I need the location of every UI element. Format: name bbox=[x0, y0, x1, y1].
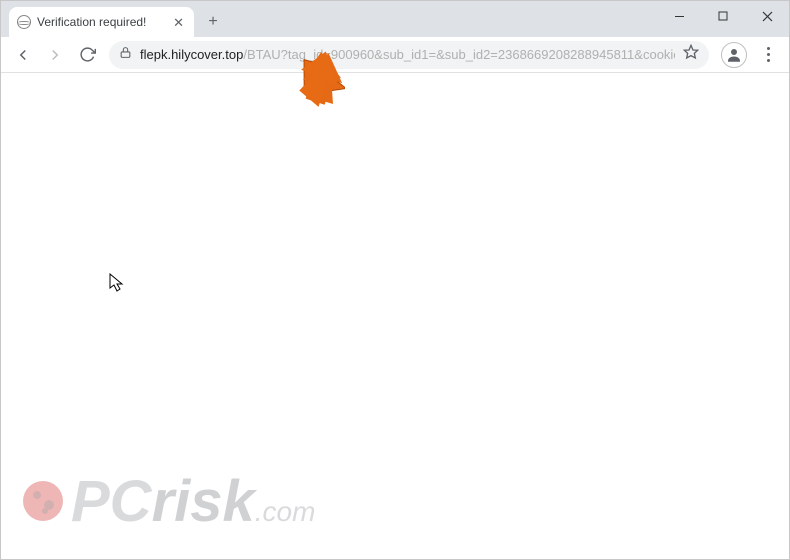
close-window-button[interactable] bbox=[745, 1, 789, 31]
new-tab-button[interactable]: + bbox=[200, 9, 226, 35]
tab-title: Verification required! bbox=[37, 15, 146, 29]
reload-button[interactable] bbox=[73, 41, 101, 69]
lock-icon bbox=[119, 46, 132, 64]
bookmark-star-icon[interactable] bbox=[683, 44, 699, 65]
url-path: /BTAU?tag_id=900960&sub_id1=&sub_id2=236… bbox=[243, 47, 675, 62]
page-content bbox=[1, 73, 789, 559]
close-tab-icon[interactable]: ✕ bbox=[171, 14, 186, 31]
window-controls bbox=[657, 1, 789, 31]
url-text: flepk.hilycover.top/BTAU?tag_id=900960&s… bbox=[140, 47, 675, 62]
minimize-button[interactable] bbox=[657, 1, 701, 31]
profile-avatar[interactable] bbox=[721, 42, 747, 68]
window-titlebar: Verification required! ✕ + bbox=[1, 1, 789, 37]
browser-toolbar: flepk.hilycover.top/BTAU?tag_id=900960&s… bbox=[1, 37, 789, 73]
url-host: flepk.hilycover.top bbox=[140, 47, 243, 62]
browser-tab[interactable]: Verification required! ✕ bbox=[9, 7, 194, 37]
globe-icon bbox=[17, 15, 31, 29]
address-bar[interactable]: flepk.hilycover.top/BTAU?tag_id=900960&s… bbox=[109, 41, 709, 69]
forward-button[interactable] bbox=[41, 41, 69, 69]
back-button[interactable] bbox=[9, 41, 37, 69]
kebab-menu-icon[interactable] bbox=[755, 41, 781, 69]
maximize-button[interactable] bbox=[701, 1, 745, 31]
